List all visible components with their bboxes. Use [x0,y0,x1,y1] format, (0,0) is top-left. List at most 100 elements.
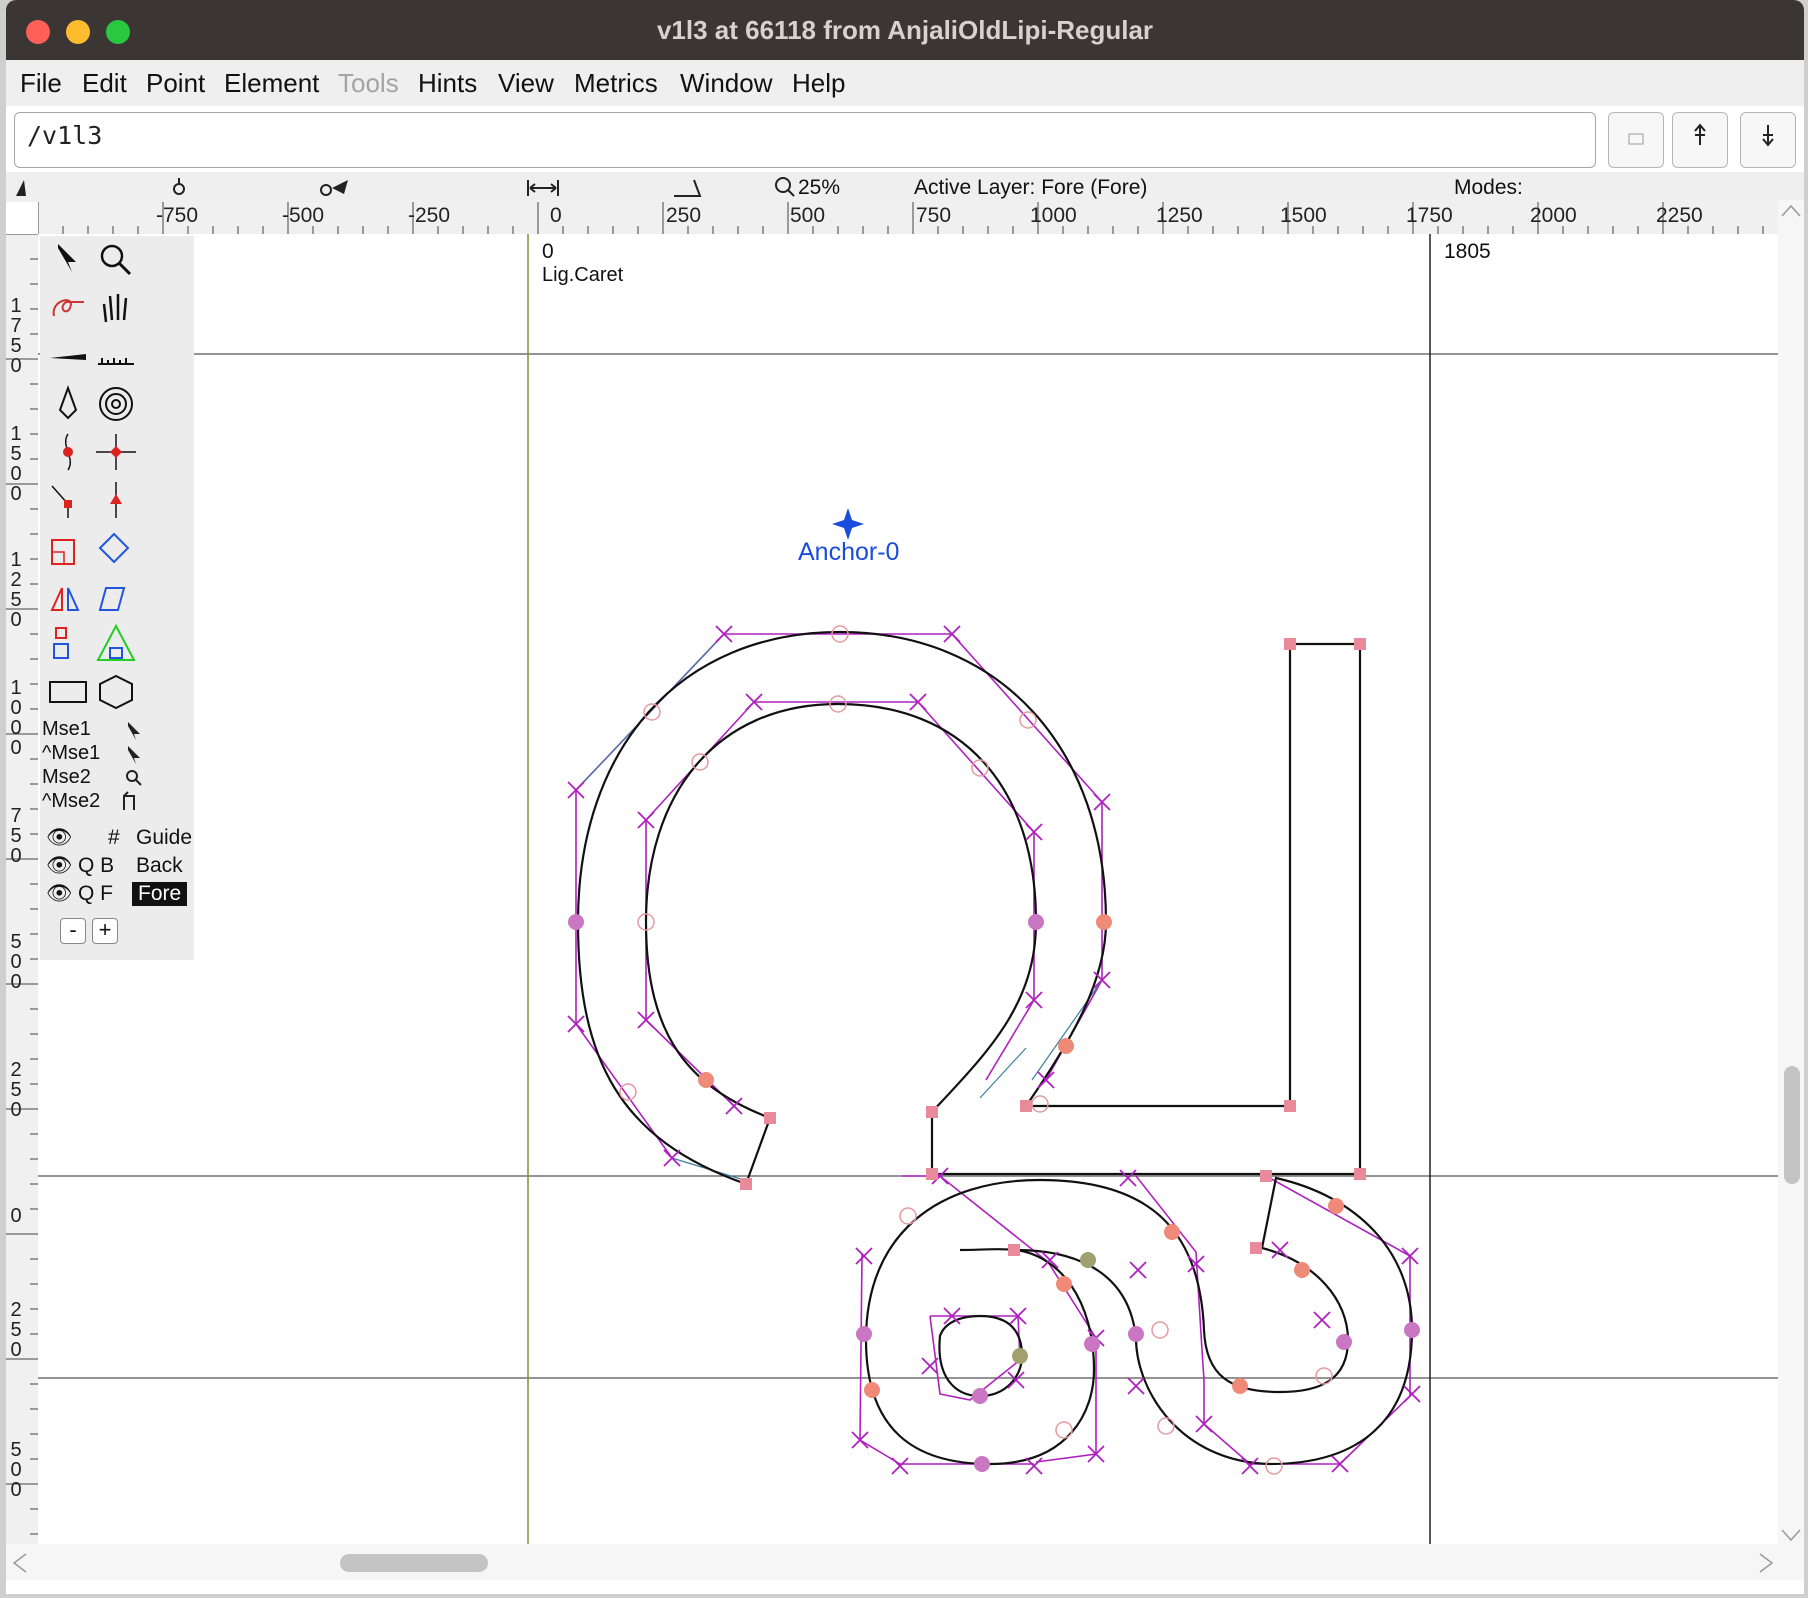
tangent-point-tool[interactable] [94,478,138,522]
ruler-label: 500 [10,1439,22,1501]
spiro-icon [99,387,133,421]
outline-point-marker [1328,1198,1344,1214]
remove-layer-button[interactable]: - [60,918,86,944]
layer-row-back[interactable]: 👁 Q B Back [40,852,194,880]
perspective-tool[interactable] [94,622,138,666]
curve-point-marker [1031,1095,1049,1113]
vertical-scroll-thumb[interactable] [1784,1066,1800,1184]
blank-square-icon [1628,133,1644,145]
hand-tool[interactable] [94,286,138,330]
polygon-tool[interactable] [94,670,138,714]
menu-window[interactable]: Window [680,68,772,99]
eye-icon[interactable]: 👁 [46,882,73,906]
pointer-tool[interactable] [46,238,90,282]
outline-point-marker [856,1326,872,1342]
rectangle-icon [49,681,87,703]
ruler-label: 0 [10,1205,22,1227]
eye-icon[interactable]: 👁 [46,826,73,850]
scale-tool[interactable] [46,526,90,570]
control-point-marker [891,1457,909,1475]
glyph-name-field[interactable]: /v1l3 [14,112,1596,168]
hand-icon [102,294,128,323]
add-layer-button[interactable]: + [92,918,118,944]
menu-help[interactable]: Help [792,68,845,99]
menu-tools[interactable]: Tools [338,68,399,99]
ruler-label: -750 [156,204,199,227]
mouse2-label: Mse2 [42,766,91,788]
flip-icon [50,587,80,611]
rotate-tool[interactable] [94,526,138,570]
scroll-right-arrow-icon[interactable] [1758,1552,1774,1574]
ctrl-mouse1-label: ^Mse1 [42,742,101,764]
ruler-tool[interactable] [94,334,138,378]
previous-glyph-icon [1694,123,1706,145]
ruler-label: 1000 [1030,204,1077,227]
next-glyph-button[interactable] [1740,112,1796,168]
scroll-left-arrow-icon[interactable] [12,1552,28,1574]
curve-point-tool[interactable] [46,430,90,474]
corner-point-marker [740,1178,752,1190]
outline-point-marker [1058,1038,1074,1054]
spiro-tool[interactable] [94,382,138,426]
hvcurve-point-tool[interactable] [94,430,138,474]
ruler-label: 1250 [1156,204,1203,227]
curve-point-marker [643,703,661,721]
corner-point-tool[interactable] [46,478,90,522]
hvcurve-point-icon [96,434,136,470]
menu-point[interactable]: Point [146,68,205,99]
menu-metrics[interactable]: Metrics [574,68,658,99]
ruler-label: 500 [790,204,826,227]
curve-point-marker [971,759,989,777]
anchor-label[interactable]: Anchor-0 [798,538,899,567]
ruler-label: 1500 [1280,204,1327,227]
scroll-down-arrow-icon[interactable] [1780,1528,1802,1542]
layer-row-guide[interactable]: 👁 # Guide [40,824,194,852]
freehand-tool[interactable] [46,286,90,330]
control-point-marker [1119,1169,1137,1187]
corner-point-marker [1284,638,1296,650]
control-point-marker [921,1357,939,1375]
knife-tool[interactable] [46,334,90,378]
horizontal-scrollbar[interactable] [6,1544,1804,1580]
corner-point-marker [1354,1168,1366,1180]
menu-element[interactable]: Element [224,68,319,99]
skew-tool[interactable] [94,574,138,618]
magnify-icon [100,244,132,276]
ruler-label: 750 [10,805,22,867]
scroll-up-arrow-icon[interactable] [1780,204,1802,218]
handle-lines [575,633,1103,1181]
rectangle-tool[interactable] [46,670,90,714]
glyph-canvas[interactable] [38,234,1778,1544]
point-icon [173,178,185,195]
previous-glyph-button[interactable] [1672,112,1728,168]
mouse1-label: Mse1 [42,718,91,740]
blank-square-button[interactable] [1608,112,1664,168]
ruler-label: -500 [282,204,325,227]
ruler-label: 250 [10,1059,22,1121]
eye-icon[interactable]: 👁 [46,854,73,878]
3d-rotate-icon [53,627,69,659]
ruler-label: 250 [10,1299,22,1361]
pointer-icon [128,746,140,764]
3d-rotate-tool[interactable] [46,622,90,666]
menu-edit[interactable]: Edit [82,68,127,99]
layer-row-fore[interactable]: 👁 Q F Fore [40,880,194,908]
flip-tool[interactable] [46,574,90,618]
menu-file[interactable]: File [20,68,62,99]
pen-tool[interactable] [46,382,90,426]
magnify-tool[interactable] [94,238,138,282]
outline-point-marker [568,914,584,930]
curve-point-icon [63,433,73,471]
outline-point-marker [1232,1378,1248,1394]
menu-view[interactable]: View [498,68,554,99]
corner-point-marker [1250,1242,1262,1254]
menu-hints[interactable]: Hints [418,68,477,99]
layer-name: Back [136,854,183,877]
horizontal-scroll-thumb[interactable] [340,1554,488,1572]
vertical-scrollbar[interactable] [1778,200,1804,1544]
zoom-level: 25% [798,176,841,199]
ruler-label: 0 [550,204,562,227]
outline-point-marker [972,1388,988,1404]
info-bar: 25% Active Layer: Fore (Fore) Modes: [6,172,1804,202]
ruler-label: 1250 [10,549,22,631]
